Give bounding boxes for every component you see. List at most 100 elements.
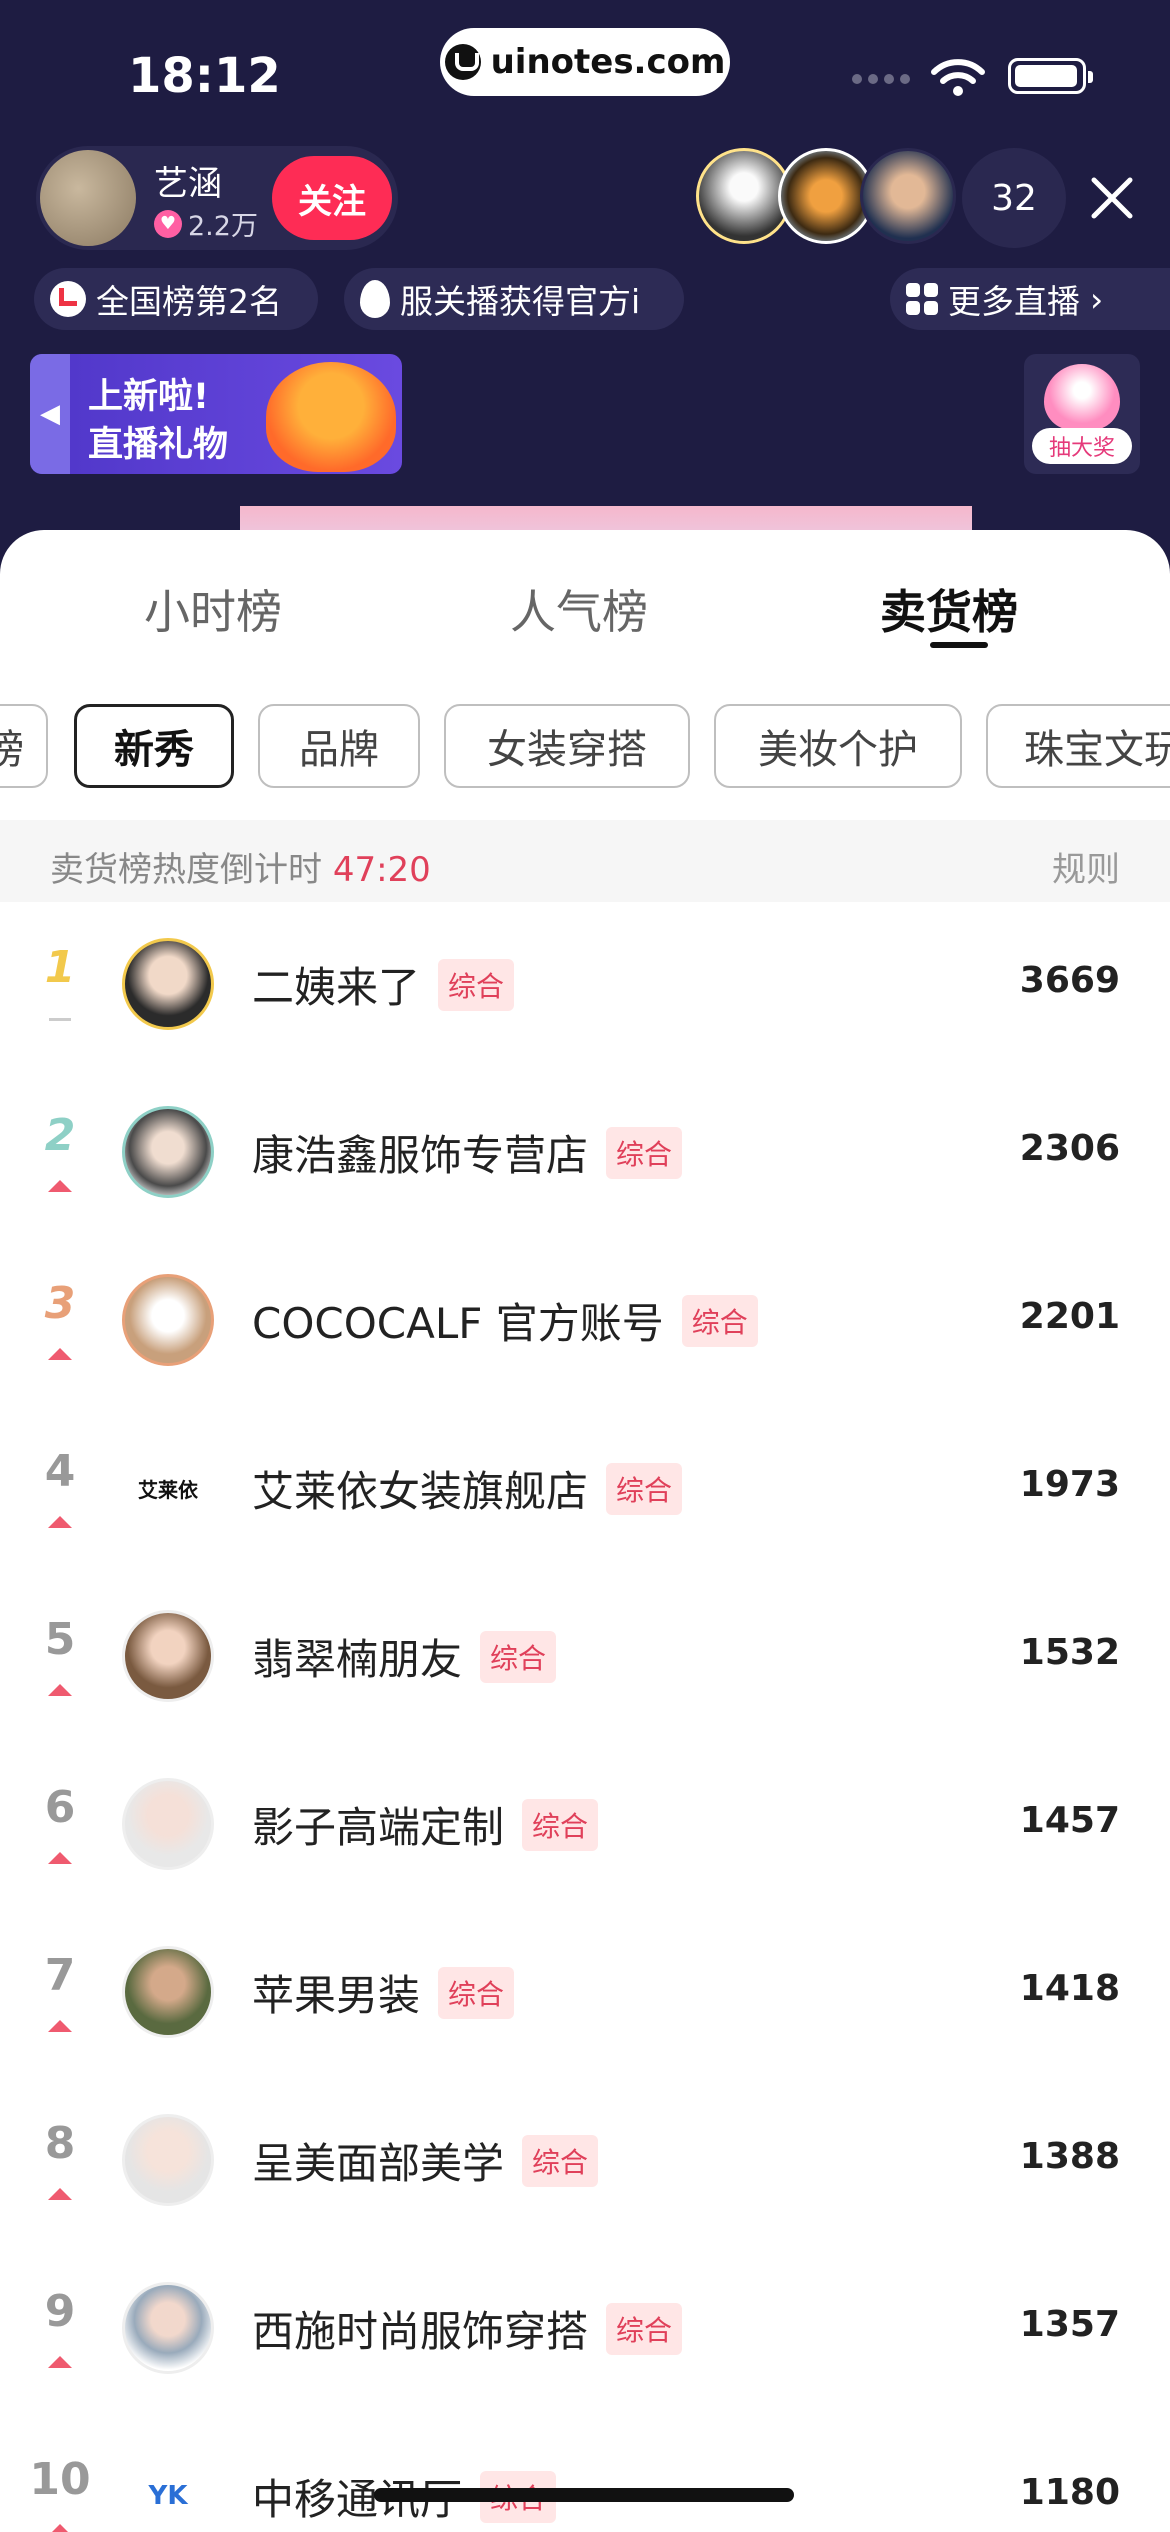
shop-name-group: 呈美面部美学 综合 bbox=[252, 2130, 599, 2191]
rules-link[interactable]: 规则 bbox=[1052, 842, 1120, 891]
shop-name: 艾莱依女装旗舰店 bbox=[252, 1467, 589, 1516]
shop-avatar[interactable] bbox=[122, 1274, 214, 1366]
shop-avatar[interactable]: YK bbox=[122, 2450, 214, 2532]
shop-avatar[interactable] bbox=[122, 2114, 214, 2206]
category-partial[interactable]: 榜 bbox=[0, 704, 48, 788]
shop-name: 呈美面部美学 bbox=[252, 2139, 505, 2188]
shop-name: 影子高端定制 bbox=[252, 1803, 505, 1852]
category-tag: 综合 bbox=[480, 1630, 557, 1683]
follow-button[interactable]: 关注 bbox=[272, 156, 392, 240]
viewer-count[interactable]: 32 bbox=[962, 148, 1066, 248]
site-logo-icon bbox=[444, 44, 481, 80]
shop-name: 康浩鑫服饰专营店 bbox=[252, 1131, 589, 1180]
shop-name: COCOCALF 官方账号 bbox=[252, 1299, 664, 1348]
category-tag: 综合 bbox=[438, 958, 515, 1011]
collapse-arrow-icon[interactable]: ◀ bbox=[30, 354, 70, 474]
more-live-button[interactable]: 更多直播 › bbox=[890, 268, 1170, 330]
national-rank-chip[interactable]: 全国榜第2名 bbox=[34, 268, 318, 330]
gift-banner-line2: 直播礼物 bbox=[88, 425, 229, 465]
rank-number: 2 bbox=[44, 1110, 76, 1161]
countdown-text: 卖货榜热度倒计时 bbox=[50, 850, 333, 890]
category-tag: 综合 bbox=[606, 1462, 683, 1515]
countdown-label: 卖货榜热度倒计时 47:20 bbox=[50, 842, 431, 891]
viewer-avatar[interactable] bbox=[860, 148, 956, 244]
category-tag: 综合 bbox=[606, 2302, 683, 2355]
trend-up-icon bbox=[48, 1852, 72, 1864]
lottery-label: 抽大奖 bbox=[1032, 428, 1132, 464]
host-avatar[interactable] bbox=[40, 150, 136, 246]
home-indicator[interactable] bbox=[374, 2488, 794, 2502]
ranking-row[interactable]: 10YK中移通讯厅综合1180 bbox=[0, 2414, 1170, 2532]
shop-name-group: 二姨来了 综合 bbox=[252, 954, 515, 1015]
clock: 18:12 bbox=[128, 48, 281, 104]
trend-up-icon bbox=[48, 2356, 72, 2368]
cellular-signal-icon bbox=[852, 74, 910, 84]
url-text: uinotes.com bbox=[490, 42, 726, 82]
ranking-row[interactable]: 3 COCOCALF 官方账号 综合 2201 bbox=[0, 1238, 1170, 1406]
gift-banner[interactable]: ◀ 上新啦! 直播礼物 bbox=[30, 354, 402, 474]
category-beauty[interactable]: 美妆个护 bbox=[714, 704, 962, 788]
notice-text: 服关播获得官方i bbox=[400, 282, 641, 321]
ranking-row[interactable]: 1 二姨来了 综合 3669 bbox=[0, 902, 1170, 1070]
shop-name: 二姨来了 bbox=[252, 963, 421, 1012]
heat-score: 1418 bbox=[1019, 1968, 1120, 2009]
ranking-row[interactable]: 7 苹果男装 综合 1418 bbox=[0, 1910, 1170, 2078]
notice-chip[interactable]: 服关播获得官方i bbox=[344, 268, 684, 330]
rank-number: 5 bbox=[44, 1614, 76, 1665]
heat-score: 2306 bbox=[1019, 1128, 1120, 1169]
tab-popularity[interactable]: 人气榜 bbox=[510, 576, 648, 642]
shop-avatar[interactable] bbox=[122, 938, 214, 1030]
rank-number: 7 bbox=[44, 1950, 76, 2001]
grid-icon bbox=[906, 283, 938, 315]
shop-avatar[interactable] bbox=[122, 1610, 214, 1702]
trend-up-icon bbox=[48, 2020, 72, 2032]
heat-score: 1973 bbox=[1019, 1464, 1120, 1505]
fans-count: 2.2万 bbox=[188, 211, 258, 242]
heat-score: 1180 bbox=[1019, 2472, 1120, 2513]
shop-avatar[interactable]: 艾莱依 bbox=[122, 1442, 214, 1534]
trend-up-icon bbox=[48, 1180, 72, 1192]
shop-name: 西施时尚服饰穿搭 bbox=[252, 2307, 589, 2356]
ranking-row[interactable]: 9 西施时尚服饰穿搭 综合 1357 bbox=[0, 2246, 1170, 2414]
category-womenswear[interactable]: 女装穿搭 bbox=[444, 704, 690, 788]
shop-avatar[interactable] bbox=[122, 1778, 214, 1870]
rank-number: 3 bbox=[44, 1278, 76, 1329]
gift-banner-line1: 上新啦! bbox=[88, 377, 209, 417]
shop-name-group: 艾莱依女装旗舰店 综合 bbox=[252, 1458, 683, 1519]
heat-score: 2201 bbox=[1019, 1296, 1120, 1337]
host-name: 艺涵 bbox=[154, 164, 222, 204]
ranking-row[interactable]: 8 呈美面部美学 综合 1388 bbox=[0, 2078, 1170, 2246]
category-brand[interactable]: 品牌 bbox=[258, 704, 420, 788]
category-tag: 综合 bbox=[681, 1294, 758, 1347]
tab-hourly[interactable]: 小时榜 bbox=[144, 576, 282, 642]
lottery-button[interactable]: 抽大奖 bbox=[1024, 354, 1140, 474]
shop-name: 翡翠楠朋友 bbox=[252, 1635, 463, 1684]
ranking-sheet: 小时榜 人气榜 卖货榜 榜 新秀 品牌 女装穿搭 美妆个护 珠宝文玩 卖货榜热度… bbox=[0, 530, 1170, 2532]
category-tag: 综合 bbox=[438, 1966, 515, 2019]
tab-sales[interactable]: 卖货榜 bbox=[880, 576, 1018, 642]
ranking-row[interactable]: 2 康浩鑫服饰专营店 综合 2306 bbox=[0, 1070, 1170, 1238]
rank-number: 6 bbox=[44, 1782, 76, 1833]
category-jewelry[interactable]: 珠宝文玩 bbox=[986, 704, 1170, 788]
status-bar: 18:12 uinotes.com bbox=[0, 0, 1170, 140]
host-card[interactable]: 艺涵 ♥ 2.2万 关注 bbox=[36, 146, 398, 250]
category-newcomer[interactable]: 新秀 bbox=[74, 704, 234, 788]
heat-score: 1357 bbox=[1019, 2304, 1120, 2345]
ranking-row[interactable]: 6 影子高端定制 综合 1457 bbox=[0, 1742, 1170, 1910]
category-tag: 综合 bbox=[522, 2134, 599, 2187]
close-icon[interactable] bbox=[1082, 168, 1142, 228]
shop-avatar[interactable] bbox=[122, 1946, 214, 2038]
heat-score: 1532 bbox=[1019, 1632, 1120, 1673]
countdown-bar: 卖货榜热度倒计时 47:20 规则 bbox=[0, 820, 1170, 902]
trend-up-icon bbox=[48, 1684, 72, 1696]
countdown-time: 47:20 bbox=[332, 850, 431, 890]
active-tab-indicator bbox=[930, 642, 988, 648]
shop-name-group: 苹果男装 综合 bbox=[252, 1962, 515, 2023]
shop-avatar[interactable] bbox=[122, 1106, 214, 1198]
shop-avatar[interactable] bbox=[122, 2282, 214, 2374]
mascot-icon bbox=[266, 362, 396, 472]
ranking-row[interactable]: 4 艾莱依 艾莱依女装旗舰店 综合 1973 bbox=[0, 1406, 1170, 1574]
url-pill[interactable]: uinotes.com bbox=[440, 28, 730, 96]
ranking-row[interactable]: 5 翡翠楠朋友 综合 1532 bbox=[0, 1574, 1170, 1742]
trend-up-icon bbox=[48, 2524, 72, 2532]
